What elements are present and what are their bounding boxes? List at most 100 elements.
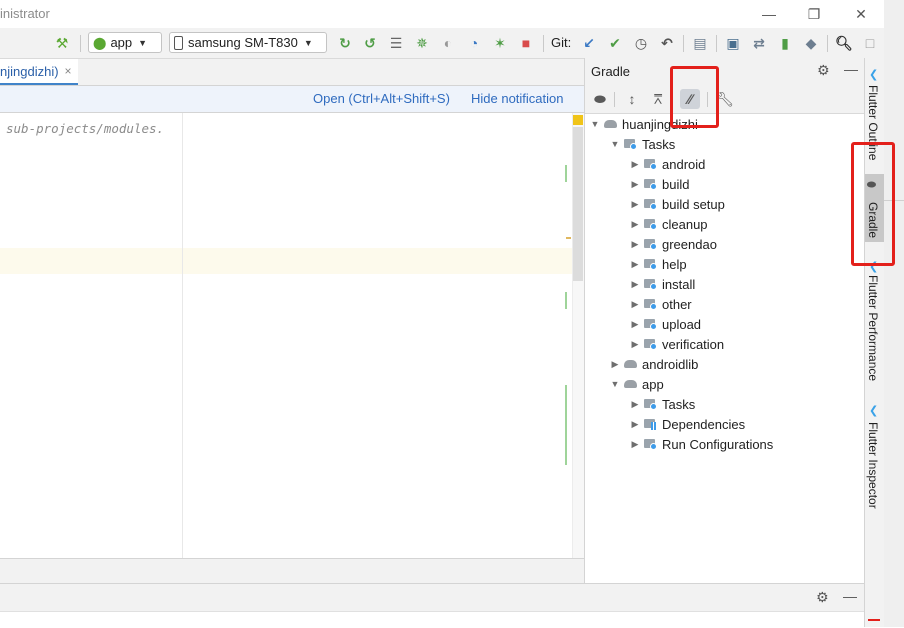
- gear-icon[interactable]: ⚙: [816, 589, 829, 606]
- editor-tab[interactable]: njingdizhi) ×: [0, 59, 78, 85]
- expand-arrow-right-icon[interactable]: ▶: [629, 399, 641, 410]
- device-manager-icon[interactable]: ▮: [775, 33, 795, 53]
- tab-flutter-performance[interactable]: Flutter Performance: [866, 275, 880, 381]
- stop-icon[interactable]: ■: [516, 33, 536, 53]
- git-commit-icon[interactable]: ✔: [605, 33, 625, 53]
- expand-arrow-right-icon[interactable]: ▶: [629, 339, 641, 350]
- gradle-tree-item[interactable]: ▶ other: [629, 294, 692, 314]
- expand-arrow-down-icon[interactable]: ▼: [609, 139, 621, 149]
- expand-arrow-right-icon[interactable]: ▶: [629, 439, 641, 450]
- task-folder-icon: [623, 137, 639, 151]
- gradle-tree-item[interactable]: ▶ Dependencies: [629, 414, 746, 434]
- run-config-select[interactable]: ⬤ app ▼: [88, 32, 162, 53]
- git-rollback-icon[interactable]: ↶: [657, 33, 677, 53]
- restore-icon[interactable]: ❐: [803, 4, 825, 24]
- gradle-tree-item[interactable]: ▶ build setup: [629, 194, 725, 214]
- apply-code-changes-icon[interactable]: ↺: [360, 33, 380, 53]
- device-select[interactable]: samsung SM-T830 ▼: [169, 32, 327, 53]
- attach-debugger-icon[interactable]: ◐: [438, 33, 458, 53]
- user-avatar-icon[interactable]: □: [860, 33, 880, 53]
- gear-icon[interactable]: ⚙: [817, 62, 830, 79]
- gradle-tree-item[interactable]: ▶ cleanup: [629, 214, 708, 234]
- gradle-title: Gradle: [591, 64, 631, 79]
- gradle-tree-item-label: build setup: [662, 196, 725, 212]
- apply-changes-restart-icon[interactable]: ↻: [335, 33, 355, 53]
- build-hammer-icon[interactable]: ⚒: [52, 33, 72, 53]
- close-icon[interactable]: ✕: [850, 4, 872, 24]
- gradle-tree-item[interactable]: ▼ Tasks: [609, 134, 676, 154]
- expand-arrow-right-icon[interactable]: ▶: [629, 199, 641, 210]
- project-structure-icon[interactable]: ▤: [690, 33, 710, 53]
- title-bar: inistrator — ❐ ✕: [0, 0, 884, 28]
- change-marker: [565, 385, 567, 465]
- profile-icon[interactable]: ◔: [464, 33, 484, 53]
- gradle-tree-item-label: app: [642, 376, 664, 392]
- expand-arrow-right-icon[interactable]: ▶: [629, 299, 641, 310]
- expand-arrow-right-icon[interactable]: ▶: [629, 239, 641, 250]
- hide-notification-link[interactable]: Hide notification: [471, 91, 564, 106]
- change-marker: [565, 165, 567, 182]
- gradle-tree-item[interactable]: ▶ Tasks: [629, 394, 696, 414]
- expand-arrow-right-icon[interactable]: ▶: [629, 319, 641, 330]
- gradle-tree-item-label: cleanup: [662, 216, 708, 232]
- expand-all-icon[interactable]: ↕: [622, 89, 642, 109]
- right-margin-guide: [182, 113, 183, 558]
- avd-manager-icon[interactable]: ▣: [723, 33, 743, 53]
- notification-bar: Open (Ctrl+Alt+Shift+S) Hide notificatio…: [0, 86, 584, 113]
- reload-gradle-projects-icon[interactable]: ⬬: [590, 89, 610, 109]
- minimize-icon[interactable]: —: [758, 4, 780, 24]
- warning-marker-icon[interactable]: [573, 115, 583, 125]
- run-list-icon[interactable]: ☰: [386, 33, 406, 53]
- gradle-tree-item[interactable]: ▼ app: [609, 374, 664, 394]
- gradle-toolbar: ⬬ ↕ ⩞ ∕∕ 🔧︎: [585, 85, 864, 114]
- scrollbar-thumb[interactable]: [573, 127, 583, 281]
- close-tab-icon[interactable]: ×: [65, 64, 72, 78]
- gradle-tree-item[interactable]: ▶ Run Configurations: [629, 434, 774, 454]
- expand-arrow-right-icon[interactable]: ▶: [609, 359, 621, 370]
- flutter-icon: ❮: [869, 405, 879, 417]
- git-history-icon[interactable]: ◷: [631, 33, 651, 53]
- expand-arrow-right-icon[interactable]: ▶: [629, 419, 641, 430]
- expand-arrow-right-icon[interactable]: ▶: [629, 179, 641, 190]
- gradle-tree-item[interactable]: ▶ greendao: [629, 234, 717, 254]
- adjacent-window-edge: [868, 0, 904, 627]
- git-update-icon[interactable]: ↙: [579, 33, 599, 53]
- gradle-tree-item[interactable]: ▶ android: [629, 154, 706, 174]
- search-icon[interactable]: 🔍︎: [834, 33, 854, 53]
- expand-arrow-right-icon[interactable]: ▶: [629, 279, 641, 290]
- tab-flutter-inspector[interactable]: Flutter Inspector: [866, 422, 880, 509]
- editor-tab-bar: njingdizhi) ×: [0, 59, 584, 86]
- gradle-sync-icon[interactable]: ⇄: [749, 33, 769, 53]
- task-folder-icon: [643, 177, 659, 191]
- task-folder-icon: [643, 437, 659, 451]
- sdk-manager-icon[interactable]: ◆: [801, 33, 821, 53]
- expand-arrow-right-icon[interactable]: ▶: [629, 159, 641, 170]
- gradle-header: Gradle ⚙ —: [585, 58, 864, 85]
- gradle-tree-item-label: Tasks: [662, 396, 696, 412]
- gradle-tree-item[interactable]: ▶ help: [629, 254, 687, 274]
- gradle-tree-item[interactable]: ▶ upload: [629, 314, 702, 334]
- coverage-icon[interactable]: ✶: [490, 33, 510, 53]
- task-folder-icon: [643, 297, 659, 311]
- gradle-tree-item-label: Tasks: [642, 136, 676, 152]
- code-editor[interactable]: sub-projects/modules.: [0, 113, 572, 558]
- open-project-structure-link[interactable]: Open (Ctrl+Alt+Shift+S): [313, 91, 450, 106]
- expand-arrow-down-icon[interactable]: ▼: [589, 119, 601, 129]
- debug-bug-icon[interactable]: ✵: [412, 33, 432, 53]
- hide-panel-icon[interactable]: —: [843, 588, 857, 604]
- gradle-tree-item[interactable]: ▶ androidlib: [609, 354, 699, 374]
- expand-arrow-down-icon[interactable]: ▼: [609, 379, 621, 389]
- editor-breadcrumb-bar: [0, 558, 584, 584]
- gradle-tool-window: Gradle ⚙ — ⬬ ↕ ⩞ ∕∕ 🔧︎ ▼ huanjingdizhi ▼ Ta…: [584, 58, 864, 583]
- gradle-tree-item[interactable]: ▶ build: [629, 174, 690, 194]
- expand-arrow-right-icon[interactable]: ▶: [629, 219, 641, 230]
- gradle-tree-item[interactable]: ▶ install: [629, 274, 696, 294]
- expand-arrow-right-icon[interactable]: ▶: [629, 259, 641, 270]
- gradle-tree-item-label: help: [662, 256, 687, 272]
- gradle-tree-item[interactable]: ▶ verification: [629, 334, 725, 354]
- collapse-all-icon[interactable]: ⩞: [648, 89, 668, 109]
- editor-tab-title: njingdizhi): [0, 63, 59, 79]
- task-folder-icon: [643, 237, 659, 251]
- hide-panel-icon[interactable]: —: [844, 61, 858, 77]
- gradle-tree-item-label: androidlib: [642, 356, 699, 372]
